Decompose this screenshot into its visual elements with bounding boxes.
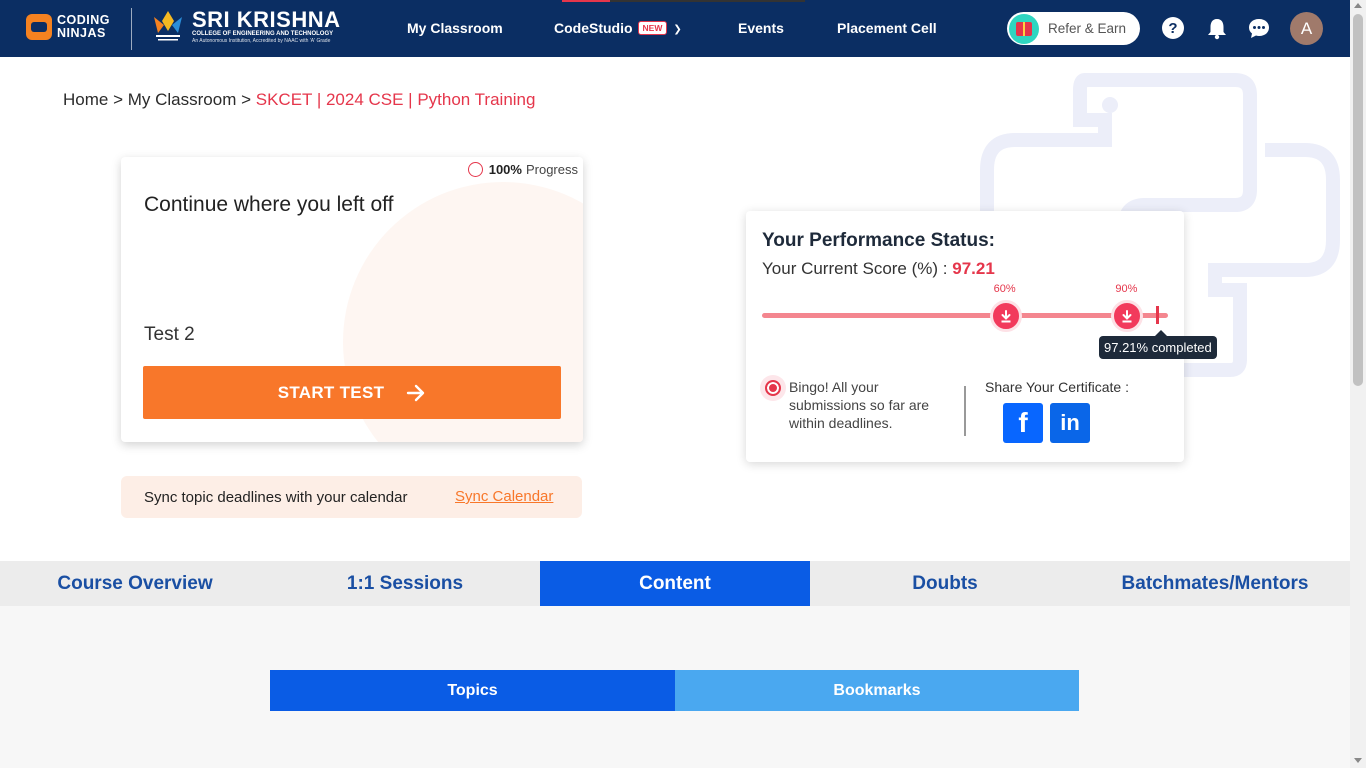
avatar[interactable]: A	[1290, 12, 1323, 45]
course-tabs: Course Overview 1:1 Sessions Content Dou…	[0, 561, 1350, 606]
nav-placement-cell[interactable]: Placement Cell	[837, 20, 937, 36]
progress-tag: 100% Progress	[461, 157, 583, 180]
breadcrumb-separator: >	[236, 90, 256, 109]
progress-label: Progress	[525, 162, 578, 177]
brand-line2: NINJAS	[57, 26, 106, 40]
nav-my-classroom[interactable]: My Classroom	[407, 20, 503, 36]
bingo-text: Bingo! All your submissions so far are w…	[789, 379, 930, 431]
nav-codestudio-label: CodeStudio	[554, 20, 633, 36]
start-test-label: START TEST	[277, 382, 385, 402]
college-subtitle: COLLEGE OF ENGINEERING AND TECHNOLOGY	[192, 30, 334, 37]
bell-icon[interactable]	[1206, 17, 1228, 40]
nav-codestudio[interactable]: CodeStudio NEW ❯	[554, 20, 682, 36]
nav-accent-bar	[610, 0, 805, 2]
sync-calendar-link[interactable]: Sync Calendar	[455, 488, 553, 505]
content-subtabs: Topics Bookmarks	[270, 670, 1079, 711]
breadcrumb-my-classroom[interactable]: My Classroom	[128, 90, 237, 109]
scroll-up-icon[interactable]	[1354, 3, 1362, 8]
bingo-status-icon	[760, 375, 786, 401]
continue-card: 100% Progress Continue where you left of…	[121, 157, 583, 442]
chevron-down-icon[interactable]: ❯	[673, 24, 681, 35]
facebook-icon[interactable]: f	[1003, 403, 1043, 443]
milestone-90-label: 90%	[1115, 283, 1138, 295]
breadcrumb: Home > My Classroom > SKCET | 2024 CSE |…	[63, 90, 535, 110]
logo-divider	[131, 8, 132, 50]
breadcrumb-separator: >	[108, 90, 128, 109]
linkedin-icon[interactable]: in	[1050, 403, 1090, 443]
gift-icon	[1009, 13, 1039, 44]
college-title: SRI KRISHNA	[192, 6, 341, 32]
milestone-60-download-icon[interactable]	[989, 300, 1022, 332]
score-tooltip: 97.21% completed	[1099, 330, 1217, 359]
college-emblem-icon	[154, 11, 182, 41]
performance-card: Your Performance Status: Your Current Sc…	[746, 211, 1217, 462]
new-badge: NEW	[637, 21, 668, 35]
breadcrumb-home[interactable]: Home	[63, 90, 108, 109]
help-icon[interactable]: ?	[1162, 17, 1184, 39]
test-name: Test 2	[144, 324, 195, 345]
coding-ninjas-icon	[26, 14, 52, 40]
current-score-marker	[1155, 306, 1159, 324]
scrollbar[interactable]	[1350, 0, 1366, 768]
continue-title: Continue where you left off	[144, 193, 394, 216]
tab-content[interactable]: Content	[540, 561, 810, 606]
share-certificate-label: Share Your Certificate :	[985, 379, 1129, 395]
progress-track	[762, 313, 1168, 318]
active-nav-indicator	[562, 0, 610, 2]
sync-text: Sync topic deadlines with your calendar	[144, 488, 408, 506]
current-score: Your Current Score (%) : 97.21	[762, 259, 995, 279]
coding-ninjas-logo[interactable]: CODING NINJAS	[26, 14, 110, 40]
chat-icon[interactable]	[1247, 17, 1271, 40]
college-tagline: An Autonomous Institution, Accredited by…	[192, 37, 331, 44]
top-navbar: CODING NINJAS SRI KRISHNA COLLEGE OF ENG…	[0, 0, 1350, 57]
milestone-60-label: 60%	[993, 283, 1016, 295]
scroll-down-icon[interactable]	[1354, 758, 1362, 763]
performance-title: Your Performance Status:	[762, 230, 995, 251]
sync-calendar-box: Sync topic deadlines with your calendar …	[121, 476, 582, 518]
refer-earn-button[interactable]: Refer & Earn	[1007, 12, 1140, 45]
scroll-thumb[interactable]	[1353, 14, 1363, 386]
performance-divider	[964, 386, 966, 436]
progress-ring-icon	[467, 162, 483, 177]
tab-sessions[interactable]: 1:1 Sessions	[270, 561, 540, 606]
start-test-button[interactable]: START TEST	[143, 366, 561, 419]
college-logo: SRI KRISHNA COLLEGE OF ENGINEERING AND T…	[150, 7, 341, 45]
tab-doubts[interactable]: Doubts	[810, 561, 1080, 606]
nav-events[interactable]: Events	[738, 20, 784, 36]
arrow-right-icon	[407, 384, 425, 401]
milestone-90-download-icon[interactable]	[1111, 300, 1144, 332]
breadcrumb-current: SKCET | 2024 CSE | Python Training	[255, 90, 536, 109]
score-value: 97.21	[952, 259, 995, 278]
progress-value: 100%	[488, 162, 522, 177]
tab-batchmates-mentors[interactable]: Batchmates/Mentors	[1080, 561, 1350, 606]
subtab-bookmarks[interactable]: Bookmarks	[675, 670, 1079, 711]
tab-course-overview[interactable]: Course Overview	[0, 561, 270, 606]
score-label: Your Current Score (%) :	[762, 259, 948, 278]
subtab-topics[interactable]: Topics	[270, 670, 675, 711]
refer-earn-label: Refer & Earn	[1048, 21, 1127, 36]
